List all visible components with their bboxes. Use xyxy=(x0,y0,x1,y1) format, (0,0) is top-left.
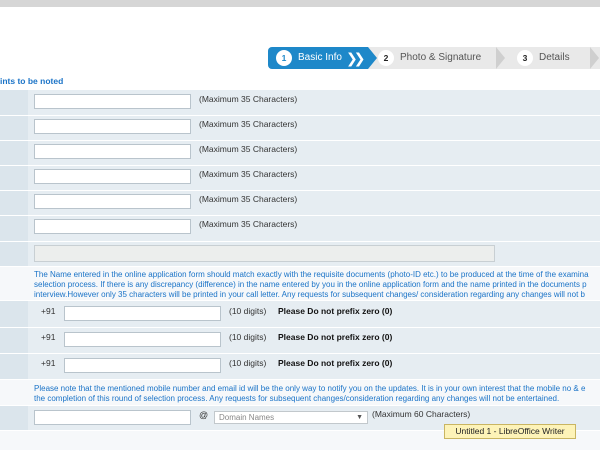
row-label-cell xyxy=(0,141,28,165)
mobile-info-line: the completion of this round of selectio… xyxy=(34,394,560,403)
country-code: +91 xyxy=(41,306,56,316)
row-label-cell xyxy=(0,216,28,241)
country-code: +91 xyxy=(41,332,56,342)
steps-bar: 1 Basic Info ❯❯ 2 Photo & Signature 3 De… xyxy=(268,47,600,69)
no-zero-prefix-note: Please Do not prefix zero (0) xyxy=(278,332,393,342)
step-2-number: 2 xyxy=(378,50,394,66)
row-label-cell xyxy=(0,90,28,115)
step-separator-arrow xyxy=(590,47,599,69)
name-hint: (Maximum 35 Characters) xyxy=(199,144,298,154)
name-input[interactable] xyxy=(34,219,191,234)
name-input[interactable] xyxy=(34,194,191,209)
points-to-be-noted-link[interactable]: ints to be noted xyxy=(0,76,63,86)
row-label-cell xyxy=(0,328,28,353)
step-separator-arrow xyxy=(496,47,505,69)
country-code: +91 xyxy=(41,358,56,368)
name-hint: (Maximum 35 Characters) xyxy=(199,169,298,179)
row-label-cell xyxy=(0,166,28,190)
step-3-label[interactable]: Details xyxy=(539,52,570,63)
name-input[interactable] xyxy=(34,144,191,159)
name-input[interactable] xyxy=(34,119,191,134)
mobile-info-line: Please note that the mentioned mobile nu… xyxy=(34,384,586,393)
mobile-input[interactable] xyxy=(64,306,221,321)
domain-select-placeholder: Domain Names xyxy=(219,413,275,422)
row-label-cell xyxy=(0,116,28,140)
name-hint: (Maximum 35 Characters) xyxy=(199,219,298,229)
double-chevron-right-icon: ❯❯ xyxy=(346,50,366,66)
step-1-number: 1 xyxy=(276,50,292,66)
name-input[interactable] xyxy=(34,169,191,184)
name-info-line: interview.However only 35 characters wil… xyxy=(34,290,585,299)
full-name-readonly-field xyxy=(34,245,495,262)
no-zero-prefix-note: Please Do not prefix zero (0) xyxy=(278,306,393,316)
name-info-line: selection process. If there is any discr… xyxy=(34,280,587,289)
digits-hint: (10 digits) xyxy=(229,306,267,316)
caret-down-icon: ▼ xyxy=(356,414,363,421)
row-label-cell xyxy=(0,191,28,215)
email-domain-select[interactable]: Domain Names ▼ xyxy=(214,411,368,424)
browser-top-bar xyxy=(0,0,600,7)
name-info-line: The Name entered in the online applicati… xyxy=(34,270,589,279)
row-label-cell xyxy=(0,301,28,327)
digits-hint: (10 digits) xyxy=(229,332,267,342)
name-hint: (Maximum 35 Characters) xyxy=(199,119,298,129)
name-hint: (Maximum 35 Characters) xyxy=(199,194,298,204)
name-input[interactable] xyxy=(34,94,191,109)
email-hint: (Maximum 60 Characters) xyxy=(372,409,471,419)
row-label-cell xyxy=(0,406,28,430)
taskbar-tooltip: Untitled 1 - LibreOffice Writer xyxy=(444,424,576,439)
email-username-input[interactable] xyxy=(34,410,191,425)
mobile-input[interactable] xyxy=(64,358,221,373)
no-zero-prefix-note: Please Do not prefix zero (0) xyxy=(278,358,393,368)
name-hint: (Maximum 35 Characters) xyxy=(199,94,298,104)
step-3-number: 3 xyxy=(517,50,533,66)
step-2-label[interactable]: Photo & Signature xyxy=(400,52,481,63)
at-symbol: @ xyxy=(199,410,209,420)
row-label-cell xyxy=(0,242,28,266)
digits-hint: (10 digits) xyxy=(229,358,267,368)
step-1-label: Basic Info xyxy=(298,52,342,63)
mobile-input[interactable] xyxy=(64,332,221,347)
row-label-cell xyxy=(0,354,28,379)
